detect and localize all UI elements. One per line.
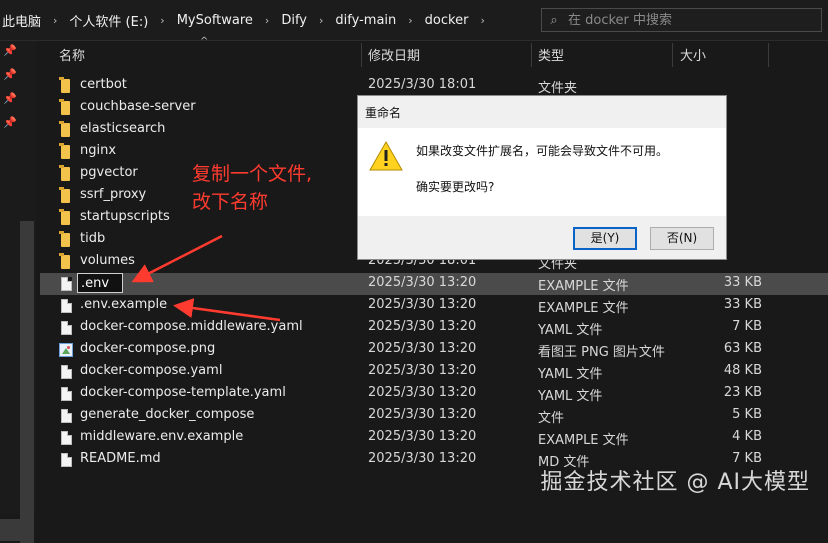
warning-icon xyxy=(369,140,403,171)
arrow-to-env xyxy=(131,234,223,283)
dialog-message: 如果改变文件扩展名，可能会导致文件不可用。 xyxy=(416,144,669,158)
yes-button[interactable]: 是(Y) xyxy=(573,227,637,250)
dialog-body: 如果改变文件扩展名，可能会导致文件不可用。 确实要更改吗? xyxy=(358,128,726,216)
arrow-to-env-example xyxy=(173,298,281,322)
dialog-question: 确实要更改吗? xyxy=(416,180,495,194)
no-button[interactable]: 否(N) xyxy=(650,227,714,250)
watermark: 掘金技术社区 @ AI大模型 xyxy=(540,470,810,495)
dialog-title: 重命名 xyxy=(365,106,402,120)
rename-dialog: 重命名 如果改变文件扩展名，可能会导致文件不可用。 确实要更改吗? 是(Y) 否… xyxy=(357,95,727,260)
nav-scroll-area[interactable] xyxy=(0,519,20,541)
